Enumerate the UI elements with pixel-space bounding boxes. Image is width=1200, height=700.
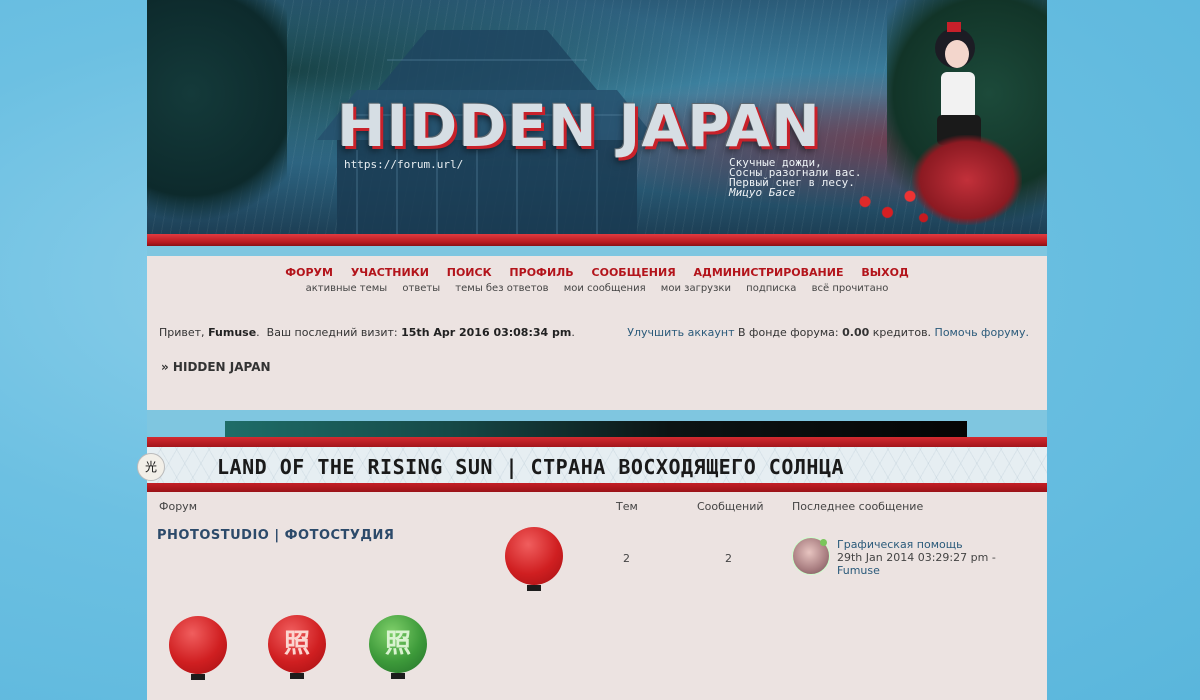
header-topics: Тем <box>616 500 638 513</box>
nav-search-link[interactable]: ПОИСК <box>447 266 492 279</box>
subnav-subscriptions-link[interactable]: подписка <box>746 283 796 294</box>
nav-admin-link[interactable]: АДМИНИСТРИРОВАНИЕ <box>694 266 844 279</box>
donate-link[interactable]: Помочь форуму. <box>935 326 1029 339</box>
last-post-date: 29th Jan 2014 03:29:27 pm - <box>837 551 996 564</box>
subnav-active-topics-link[interactable]: активные темы <box>306 283 388 294</box>
last-visit-label: Ваш последний визит: <box>266 326 398 339</box>
online-status-dot <box>820 539 827 546</box>
banner-poem: Скучные дожди, Сосны разогнали вас. Перв… <box>729 157 861 199</box>
banner-gap <box>147 246 1047 256</box>
last-post-link[interactable]: Графическая помощь <box>837 538 963 551</box>
breadcrumb[interactable]: » HIDDEN JAPAN <box>161 360 271 374</box>
topic-count: 2 <box>623 552 630 565</box>
nav-forum-link[interactable]: ФОРУМ <box>285 266 333 279</box>
account-info: Улучшить аккаунт В фонде форума: 0.00 кр… <box>627 326 1029 339</box>
greeting-text: Привет, <box>159 326 205 339</box>
category-kanji-badge: 光 <box>137 453 165 481</box>
upgrade-account-link[interactable]: Улучшить аккаунт <box>627 326 734 339</box>
nav-members-link[interactable]: УЧАСТНИКИ <box>351 266 429 279</box>
forum-table: Форум Тем Сообщений Последнее сообщение … <box>147 492 1047 700</box>
legend-lantern-new-icon: 照 <box>268 615 326 679</box>
poem-author: Мицуо Басе <box>729 186 796 199</box>
last-post-user-link[interactable]: Fumuse <box>837 564 880 577</box>
subnav-my-posts-link[interactable]: мои сообщения <box>564 283 646 294</box>
header-last-post: Последнее сообщение <box>792 500 924 513</box>
subnav-unanswered-link[interactable]: темы без ответов <box>455 283 548 294</box>
category-top-bar <box>225 421 967 437</box>
category-top-stripe <box>147 437 1047 447</box>
header-posts: Сообщений <box>697 500 764 513</box>
subnav-my-uploads-link[interactable]: мои загрузки <box>661 283 731 294</box>
banner-red-stripe <box>147 234 1047 246</box>
header-forum: Форум <box>159 500 197 513</box>
banner-trees-left <box>147 0 287 234</box>
username-link[interactable]: Fumuse <box>208 326 256 339</box>
forum-page: HIDDEN JAPAN https://forum.url/ Скучные … <box>137 0 1047 700</box>
subnav-mark-read-link[interactable]: всё прочитано <box>812 283 889 294</box>
nav-profile-link[interactable]: ПРОФИЛЬ <box>509 266 573 279</box>
last-post-info: Графическая помощь 29th Jan 2014 03:29:2… <box>837 538 996 577</box>
subnav-replies-link[interactable]: ответы <box>402 283 440 294</box>
category-title[interactable]: LAND OF THE RISING SUN | СТРАНА ВОСХОДЯЩ… <box>217 455 844 479</box>
main-nav: ФОРУМ УЧАСТНИКИ ПОИСК ПРОФИЛЬ СООБЩЕНИЯ … <box>147 266 1047 279</box>
legend-lantern-icon <box>169 616 227 680</box>
post-count: 2 <box>725 552 732 565</box>
fund-unit: кредитов. <box>872 326 932 339</box>
site-title: HIDDEN JAPAN <box>337 92 821 160</box>
nav-logout-link[interactable]: ВЫХОД <box>861 266 908 279</box>
legend-lantern-read-icon: 照 <box>369 615 427 679</box>
last-visit-time: 15th Apr 2016 03:08:34 pm <box>401 326 572 339</box>
site-url: https://forum.url/ <box>344 158 464 171</box>
sub-nav: активные темы ответы темы без ответов мо… <box>147 283 1047 294</box>
header-banner: HIDDEN JAPAN https://forum.url/ Скучные … <box>147 0 1047 234</box>
fund-value: 0.00 <box>842 326 870 339</box>
welcome-message: Привет, Fumuse. Ваш последний визит: 15t… <box>159 326 575 339</box>
navigation-panel: ФОРУМ УЧАСТНИКИ ПОИСК ПРОФИЛЬ СООБЩЕНИЯ … <box>147 256 1047 410</box>
forum-status-lantern-icon <box>505 527 563 591</box>
fund-label: В фонде форума: <box>738 326 839 339</box>
forum-link[interactable]: PHOTOSTUDIO | ФОТОСТУДИЯ <box>157 528 394 543</box>
nav-messages-link[interactable]: СООБЩЕНИЯ <box>592 266 676 279</box>
category-bottom-stripe <box>147 483 1047 492</box>
